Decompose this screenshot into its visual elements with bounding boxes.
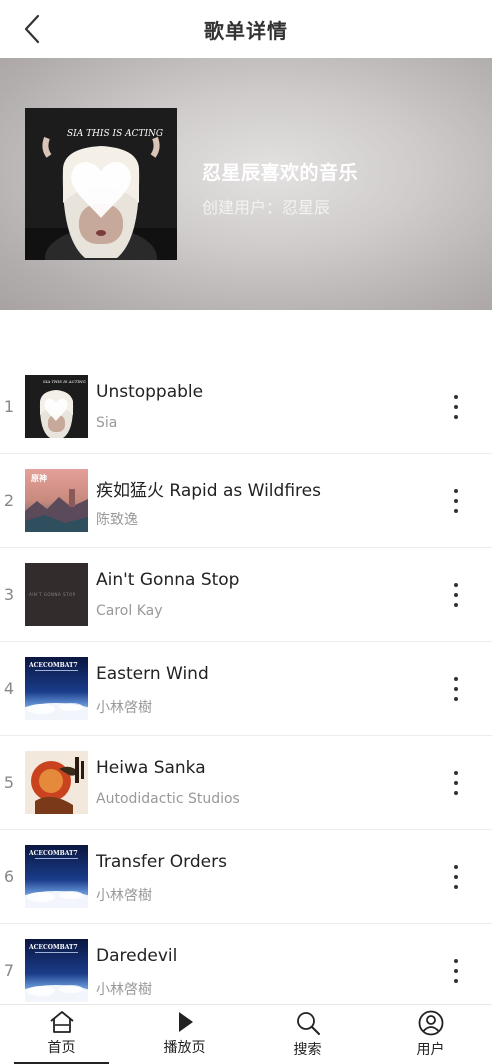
top-bar: 歌单详情 — [0, 0, 492, 58]
song-cover — [25, 751, 88, 814]
bottom-tab-bar: 首页 播放页 搜索 用户 — [0, 1004, 492, 1064]
more-icon[interactable] — [444, 771, 468, 795]
tab-label: 用户 — [416, 1042, 445, 1058]
more-icon[interactable] — [444, 583, 468, 607]
song-index: 5 — [3, 773, 15, 792]
song-title: Daredevil — [96, 946, 178, 966]
song-title: Ain't Gonna Stop — [96, 570, 240, 590]
cover-text: 原神 — [31, 473, 47, 483]
song-title: Unstoppable — [96, 382, 204, 402]
tab-search[interactable]: 搜索 — [246, 1005, 369, 1064]
play-icon — [178, 1012, 193, 1032]
song-index: 3 — [3, 585, 15, 604]
more-icon[interactable] — [444, 677, 468, 701]
tab-label: 播放页 — [163, 1040, 206, 1056]
more-icon[interactable] — [444, 395, 468, 419]
tab-user[interactable]: 用户 — [369, 1005, 492, 1064]
song-artist: 陈致逸 — [96, 512, 138, 528]
playlist-creator: 创建用户：忍星辰 — [202, 198, 331, 217]
more-icon[interactable] — [444, 865, 468, 889]
user-icon — [418, 1010, 443, 1036]
home-icon — [49, 1011, 74, 1033]
playlist-cover: SIA THIS IS ACTING — [25, 108, 177, 260]
search-icon — [296, 1012, 320, 1035]
song-artist: 小林啓樹 — [96, 888, 152, 904]
song-title: Eastern Wind — [96, 664, 209, 684]
song-artist: Autodidactic Studios — [96, 791, 240, 807]
cover-title: SIA THIS IS ACTING — [67, 129, 163, 139]
song-cover: AIN'T GONNA STOP — [25, 563, 88, 626]
song-row[interactable]: 4 ACECOMBAT7 Eastern Wind 小林啓樹 — [0, 642, 492, 736]
cover-text: ACECOMBAT7 — [28, 944, 78, 951]
song-title: Transfer Orders — [96, 852, 227, 872]
more-icon[interactable] — [444, 489, 468, 513]
cover-text: AIN'T GONNA STOP — [29, 592, 76, 597]
song-artist: Carol Kay — [96, 603, 163, 619]
song-index: 6 — [3, 867, 15, 886]
song-title: 疾如猛火 Rapid as Wildfires — [96, 481, 321, 501]
page-title: 歌单详情 — [204, 18, 288, 43]
song-row[interactable]: 1 SIA THIS IS ACTING Unstoppable Sia — [0, 360, 492, 454]
playlist-info: 忍星辰喜欢的音乐 创建用户：忍星辰 — [202, 158, 358, 218]
playlist-header: SIA THIS IS ACTING 忍星辰喜欢的音乐 创建用户：忍星辰 — [0, 58, 492, 310]
song-list: 1 SIA THIS IS ACTING Unstoppable Sia 2 原… — [0, 360, 492, 1018]
cover-text: SIA THIS IS ACTING — [43, 379, 87, 384]
song-index: 2 — [3, 491, 15, 510]
song-row[interactable]: 5 Heiwa Sanka Autodidactic Studios — [0, 736, 492, 830]
song-row[interactable]: 3 AIN'T GONNA STOP Ain't Gonna Stop Caro… — [0, 548, 492, 642]
playlist-name: 忍星辰喜欢的音乐 — [202, 162, 359, 184]
song-cover: SIA THIS IS ACTING — [25, 375, 88, 438]
tab-play[interactable]: 播放页 — [123, 1005, 246, 1064]
back-icon[interactable] — [22, 14, 44, 44]
song-cover: ACECOMBAT7 — [25, 845, 88, 908]
song-index: 1 — [3, 397, 15, 416]
song-artist: 小林啓樹 — [96, 982, 152, 998]
tab-home[interactable]: 首页 — [0, 1005, 123, 1064]
cover-text: ACECOMBAT7 — [28, 662, 78, 669]
song-row[interactable]: 2 原神 疾如猛火 Rapid as Wildfires 陈致逸 — [0, 454, 492, 548]
song-cover: 原神 — [25, 469, 88, 532]
tab-label: 搜索 — [293, 1042, 322, 1058]
song-cover: ACECOMBAT7 — [25, 657, 88, 720]
song-title: Heiwa Sanka — [96, 758, 206, 778]
tab-label: 首页 — [47, 1040, 76, 1056]
song-cover: ACECOMBAT7 — [25, 939, 88, 1002]
cover-text: ACECOMBAT7 — [28, 850, 78, 857]
song-artist: Sia — [96, 415, 118, 431]
more-icon[interactable] — [444, 959, 468, 983]
song-artist: 小林啓樹 — [96, 700, 152, 716]
song-index: 4 — [3, 679, 15, 698]
song-row[interactable]: 6 ACECOMBAT7 Transfer Orders 小林啓樹 — [0, 830, 492, 924]
